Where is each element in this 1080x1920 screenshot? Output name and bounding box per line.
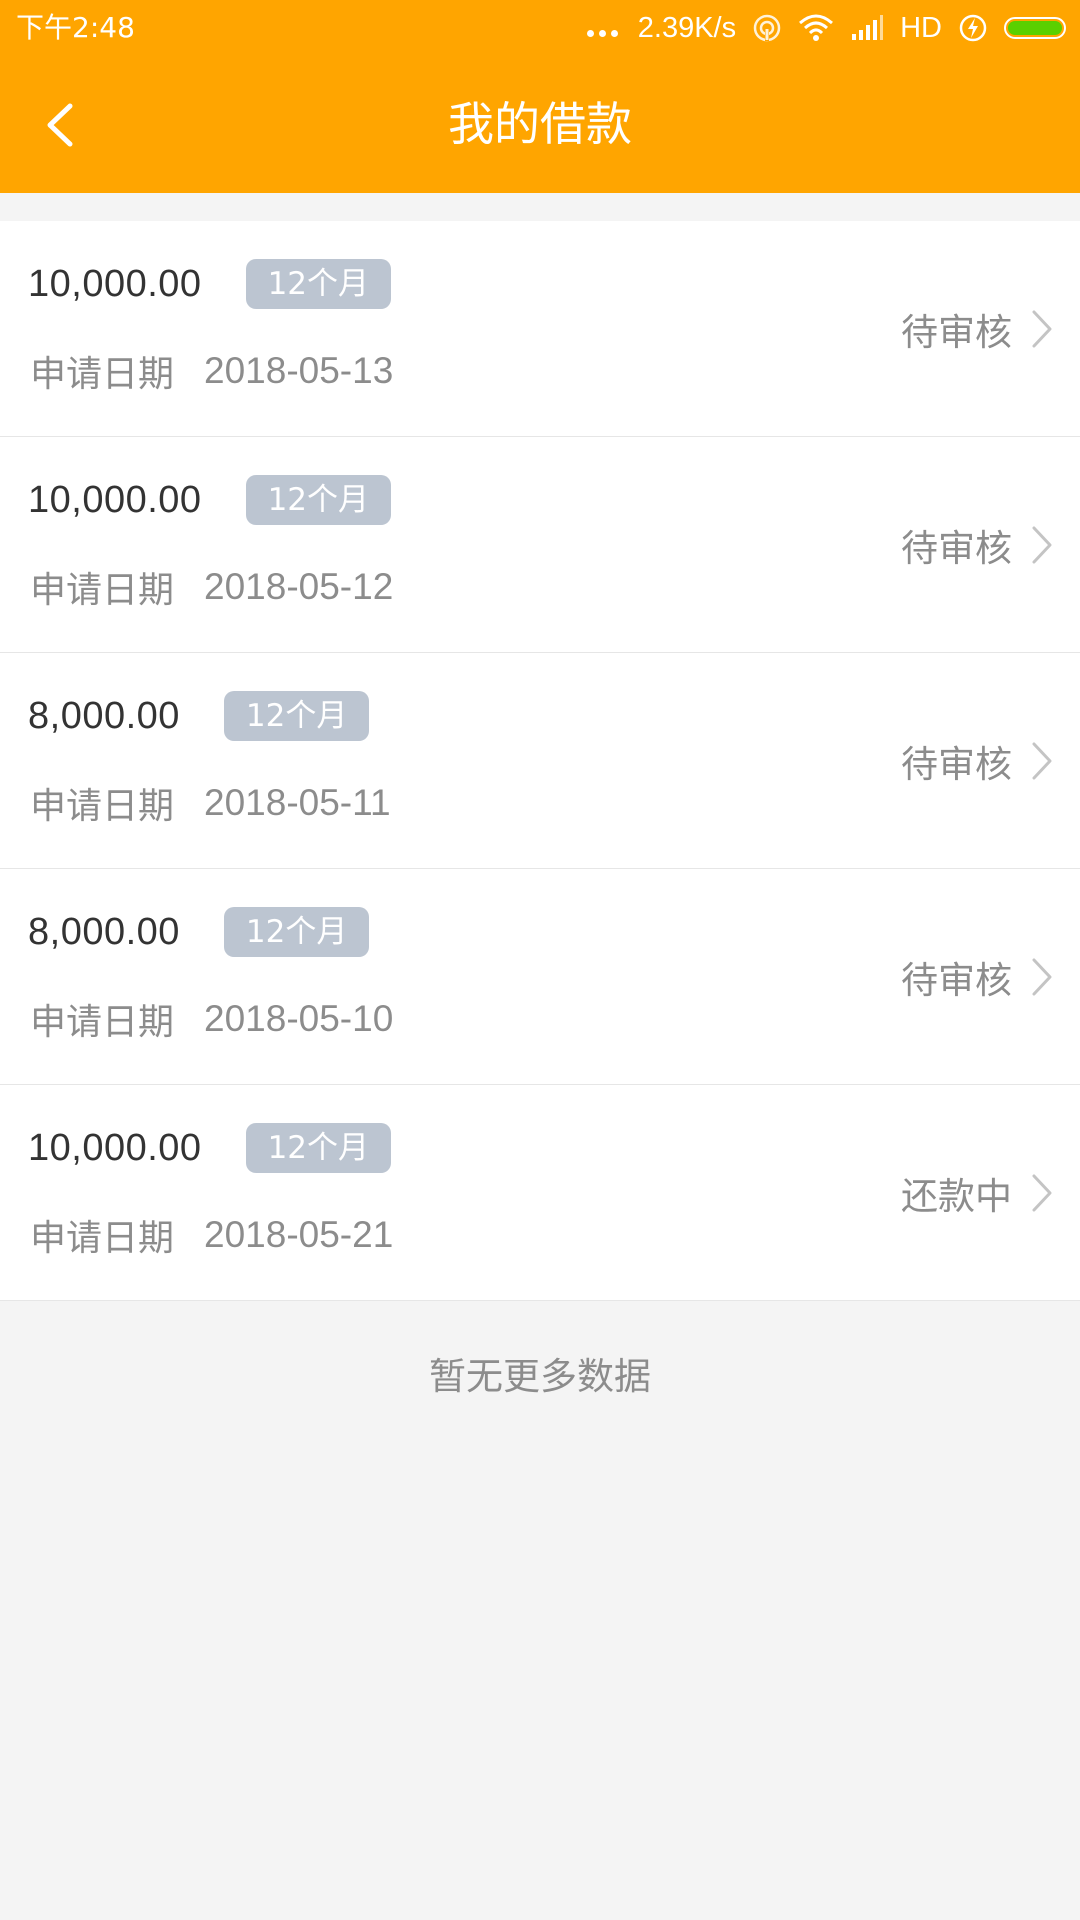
date-row: 申请日期 2018-05-12 bbox=[30, 561, 393, 613]
network-type: HD bbox=[900, 12, 942, 44]
application-date: 2018-05-11 bbox=[204, 782, 391, 823]
loan-term-badge: 12个月 bbox=[245, 475, 392, 525]
amount-row: 10,000.00 12个月 bbox=[28, 475, 392, 525]
chevron-right-icon bbox=[1030, 1169, 1058, 1217]
loan-amount: 8,000.00 bbox=[28, 694, 180, 737]
app-header: 我的借款 bbox=[0, 56, 1080, 193]
app-root: 下午2:48 2.39K/s HD 我的借款 10,000.00 12个月 申请… bbox=[0, 0, 1080, 1920]
date-label: 申请日期 bbox=[30, 1218, 175, 1259]
loan-list-item[interactable]: 10,000.00 12个月 申请日期 2018-05-13 待审核 bbox=[0, 221, 1080, 437]
loan-status: 待审核 bbox=[901, 743, 1012, 786]
loan-status: 待审核 bbox=[901, 527, 1012, 570]
amount-row: 10,000.00 12个月 bbox=[28, 259, 392, 309]
status-time: 下午2:48 bbox=[16, 11, 135, 44]
status-area: 待审核 bbox=[901, 653, 1058, 869]
loan-status: 待审核 bbox=[901, 959, 1012, 1002]
status-area: 待审核 bbox=[901, 869, 1058, 1085]
amount-row: 8,000.00 12个月 bbox=[28, 907, 370, 957]
date-label: 申请日期 bbox=[30, 354, 175, 395]
status-area: 待审核 bbox=[901, 437, 1058, 653]
status-bar: 下午2:48 2.39K/s HD bbox=[0, 0, 1080, 56]
loan-list-item[interactable]: 8,000.00 12个月 申请日期 2018-05-10 待审核 bbox=[0, 869, 1080, 1085]
date-label: 申请日期 bbox=[30, 786, 175, 827]
chevron-right-icon bbox=[1030, 305, 1058, 353]
hotspot-icon bbox=[752, 13, 782, 43]
chevron-right-icon bbox=[1030, 521, 1058, 569]
wifi-icon bbox=[798, 13, 834, 43]
application-date: 2018-05-13 bbox=[204, 350, 394, 391]
date-row: 申请日期 2018-05-10 bbox=[30, 993, 393, 1045]
application-date: 2018-05-10 bbox=[204, 998, 394, 1039]
status-icons: 2.39K/s HD bbox=[586, 8, 1066, 48]
amount-row: 10,000.00 12个月 bbox=[28, 1123, 392, 1173]
amount-row: 8,000.00 12个月 bbox=[28, 691, 370, 741]
net-speed: 2.39K/s bbox=[637, 12, 737, 44]
loan-term-badge: 12个月 bbox=[223, 907, 370, 957]
loan-amount: 8,000.00 bbox=[28, 910, 180, 953]
loan-term-badge: 12个月 bbox=[245, 259, 392, 309]
charging-icon bbox=[958, 13, 988, 43]
chevron-right-icon bbox=[1030, 737, 1058, 785]
status-area: 还款中 bbox=[901, 1085, 1058, 1301]
loan-list: 10,000.00 12个月 申请日期 2018-05-13 待审核 10,00… bbox=[0, 221, 1080, 1301]
date-row: 申请日期 2018-05-21 bbox=[30, 1209, 393, 1261]
loan-list-item[interactable]: 8,000.00 12个月 申请日期 2018-05-11 待审核 bbox=[0, 653, 1080, 869]
date-row: 申请日期 2018-05-13 bbox=[30, 345, 393, 397]
loan-status: 还款中 bbox=[901, 1175, 1012, 1218]
date-label: 申请日期 bbox=[30, 570, 175, 611]
more-dots-icon bbox=[586, 29, 618, 37]
loan-list-item[interactable]: 10,000.00 12个月 申请日期 2018-05-12 待审核 bbox=[0, 437, 1080, 653]
status-area: 待审核 bbox=[901, 221, 1058, 437]
date-label: 申请日期 bbox=[30, 1002, 175, 1043]
loan-term-badge: 12个月 bbox=[223, 691, 370, 741]
page-title: 我的借款 bbox=[448, 97, 632, 151]
loan-term-badge: 12个月 bbox=[245, 1123, 392, 1173]
signal-icon bbox=[850, 14, 884, 42]
no-more-data-text: 暂无更多数据 bbox=[429, 1355, 651, 1398]
date-row: 申请日期 2018-05-11 bbox=[30, 777, 391, 829]
loan-list-item[interactable]: 10,000.00 12个月 申请日期 2018-05-21 还款中 bbox=[0, 1085, 1080, 1301]
loan-amount: 10,000.00 bbox=[28, 262, 202, 305]
application-date: 2018-05-12 bbox=[204, 566, 394, 607]
chevron-right-icon bbox=[1030, 953, 1058, 1001]
application-date: 2018-05-21 bbox=[204, 1214, 394, 1255]
loan-amount: 10,000.00 bbox=[28, 1126, 202, 1169]
loan-status: 待审核 bbox=[901, 311, 1012, 354]
loan-amount: 10,000.00 bbox=[28, 478, 202, 521]
battery-icon bbox=[1004, 17, 1066, 39]
